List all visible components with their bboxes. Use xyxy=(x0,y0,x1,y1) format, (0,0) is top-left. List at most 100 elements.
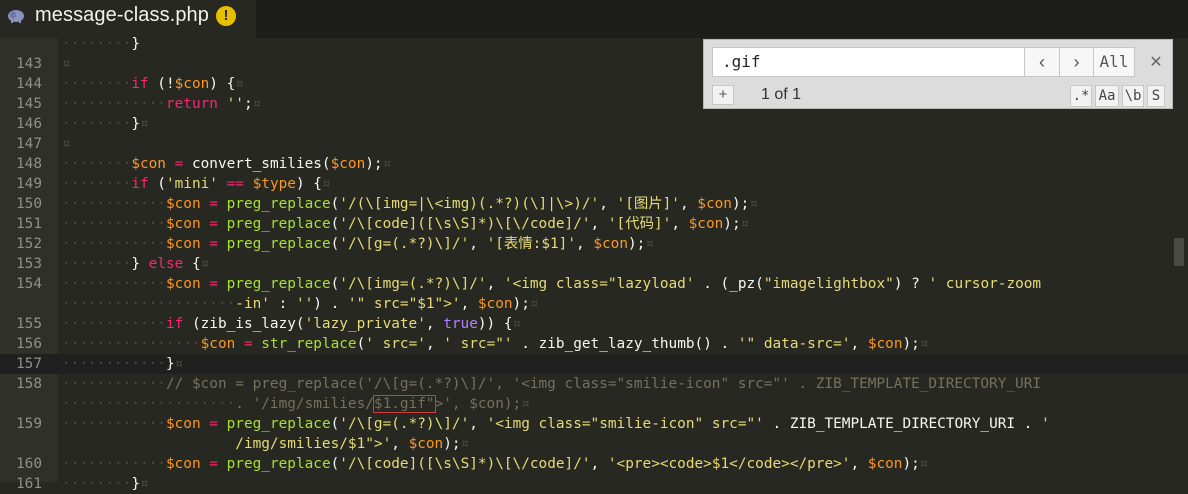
code-token: = xyxy=(209,236,218,252)
code-token: = xyxy=(209,456,218,472)
code-line[interactable]: ····················-in' : '') . '" src=… xyxy=(0,294,1188,314)
code-token: = xyxy=(209,196,218,212)
code-token: (! xyxy=(148,76,175,92)
code-token: , xyxy=(679,196,698,212)
code-token: '/\[img=(.*?)\]/' xyxy=(339,276,487,292)
code-text: ············$con = preg_replace('/\[code… xyxy=(62,454,928,474)
code-token: ············ xyxy=(62,216,166,232)
line-number: 158 xyxy=(16,376,42,392)
code-line[interactable]: 157 ············}¤ xyxy=(0,354,1188,374)
code-token: . '/img/smilies/ xyxy=(235,396,374,412)
code-token: ) { xyxy=(209,76,236,92)
toggle-replace-button[interactable]: + xyxy=(712,85,734,105)
code-line[interactable]: 152 ············$con = preg_replace('/\[g… xyxy=(0,234,1188,254)
tab-bar: message-class.php ! xyxy=(0,0,1188,38)
code-token: ¤ xyxy=(919,456,929,472)
code-token: $con xyxy=(165,196,201,212)
code-text: ············$con = preg_replace('/\[code… xyxy=(62,214,749,234)
search-input[interactable]: .gif xyxy=(712,47,1026,77)
code-token: ¤ xyxy=(382,156,392,172)
code-token: ········ xyxy=(62,156,132,172)
code-token: convert_smilies( xyxy=(183,156,331,172)
code-line[interactable]: 151 ············$con = preg_replace('/\[c… xyxy=(0,214,1188,234)
code-token: ¤ xyxy=(200,256,210,272)
find-next-button[interactable]: › xyxy=(1059,47,1094,77)
code-text: ¤ xyxy=(62,134,71,154)
code-line[interactable]: 155 ············if (zib_is_lazy('lazy_pri… xyxy=(0,314,1188,334)
code-token: if xyxy=(131,76,149,92)
code-token: ) ? xyxy=(893,276,929,292)
find-all-button[interactable]: All xyxy=(1093,47,1135,77)
code-token: ( xyxy=(330,416,340,432)
code-line[interactable]: 154 ············$con = preg_replace('/\[i… xyxy=(0,274,1188,294)
code-token: ············ xyxy=(62,196,166,212)
code-token: ); xyxy=(443,436,461,452)
code-token: ¤ xyxy=(235,76,244,92)
code-text: ········} xyxy=(62,34,140,54)
code-text: /img/smilies/$1">', $con);¤ xyxy=(62,434,469,454)
code-token: . zib_get_lazy_thumb() . xyxy=(521,336,738,352)
code-token: $type xyxy=(252,176,296,192)
line-number: 146 xyxy=(16,116,42,132)
code-token: ········ xyxy=(62,36,132,52)
code-line[interactable]: 147 ¤ xyxy=(0,134,1188,154)
code-line[interactable]: 161 ········}¤ xyxy=(0,474,1188,494)
line-number: 161 xyxy=(16,476,42,492)
code-line[interactable]: 149 ········if ('mini' == $type) {¤ xyxy=(0,174,1188,194)
code-token: '<pre><code>$1</code></pre>' xyxy=(607,456,851,472)
regex-toggle[interactable]: .* xyxy=(1070,85,1092,107)
code-token: : xyxy=(278,296,296,312)
code-token: '<img class="lazyload' xyxy=(503,276,704,292)
code-token: ············ xyxy=(62,416,166,432)
code-line[interactable]: /img/smilies/$1">', $con);¤ xyxy=(0,434,1188,454)
whole-word-toggle[interactable]: \b xyxy=(1122,85,1144,107)
code-text: ········}¤ xyxy=(62,114,149,134)
warning-icon[interactable]: ! xyxy=(216,6,236,26)
code-token: ···················· xyxy=(62,396,236,412)
code-token: ) . xyxy=(313,296,348,312)
code-token: ¤ xyxy=(529,296,539,312)
code-token: ············ xyxy=(62,456,166,472)
code-line[interactable]: 158 ············// $con = preg_replace('/… xyxy=(0,374,1188,394)
code-line[interactable]: ····················. '/img/smilies/$1.g… xyxy=(0,394,1188,414)
code-line[interactable]: 150 ············$con = preg_replace('/(\[… xyxy=(0,194,1188,214)
code-token: = xyxy=(209,276,218,292)
in-selection-toggle[interactable]: S xyxy=(1147,85,1165,107)
code-token: , xyxy=(469,236,487,252)
code-token: true xyxy=(443,316,478,332)
code-token: else xyxy=(148,256,184,272)
code-line[interactable]: 160 ············$con = preg_replace('/\[c… xyxy=(0,454,1188,474)
code-text: ············}¤ xyxy=(62,354,183,374)
code-token: ········ xyxy=(62,116,132,132)
code-token: } xyxy=(131,256,149,272)
code-line[interactable]: 159 ············$con = preg_replace('/\[g… xyxy=(0,414,1188,434)
code-token: "imagelightbox" xyxy=(763,276,894,292)
case-sensitive-toggle[interactable]: Aa xyxy=(1095,85,1119,107)
code-token: ¤ xyxy=(62,136,71,152)
code-token: $con xyxy=(477,296,513,312)
code-token: $con xyxy=(165,236,201,252)
code-token: '[表情:$1]' xyxy=(486,236,577,252)
code-token: } xyxy=(131,476,140,492)
code-text: ····················. '/img/smilies/$1.g… xyxy=(62,394,530,414)
php-elephant-icon xyxy=(8,10,24,23)
code-token: ( xyxy=(330,236,340,252)
find-previous-button[interactable]: ‹ xyxy=(1024,47,1060,77)
code-token: , xyxy=(850,456,868,472)
scrollbar-thumb[interactable] xyxy=(1174,238,1184,266)
code-text: ········}¤ xyxy=(62,474,149,494)
code-token: )) { xyxy=(477,316,513,332)
code-token: -in' xyxy=(235,296,279,312)
code-line[interactable]: 153 ········} else {¤ xyxy=(0,254,1188,274)
code-token: '[图片]' xyxy=(616,196,680,212)
code-line[interactable]: 146 ········}¤ xyxy=(0,114,1188,134)
code-token: ········ xyxy=(62,476,132,492)
file-tab[interactable]: message-class.php ! xyxy=(0,0,256,38)
close-icon[interactable]: ✕ xyxy=(1146,52,1166,72)
line-number: 147 xyxy=(16,136,42,152)
code-line[interactable]: 148 ········$con = convert_smilies($con);… xyxy=(0,154,1188,174)
code-token: ( xyxy=(330,276,340,292)
code-line[interactable]: 156 ················$con = str_replace(' … xyxy=(0,334,1188,354)
